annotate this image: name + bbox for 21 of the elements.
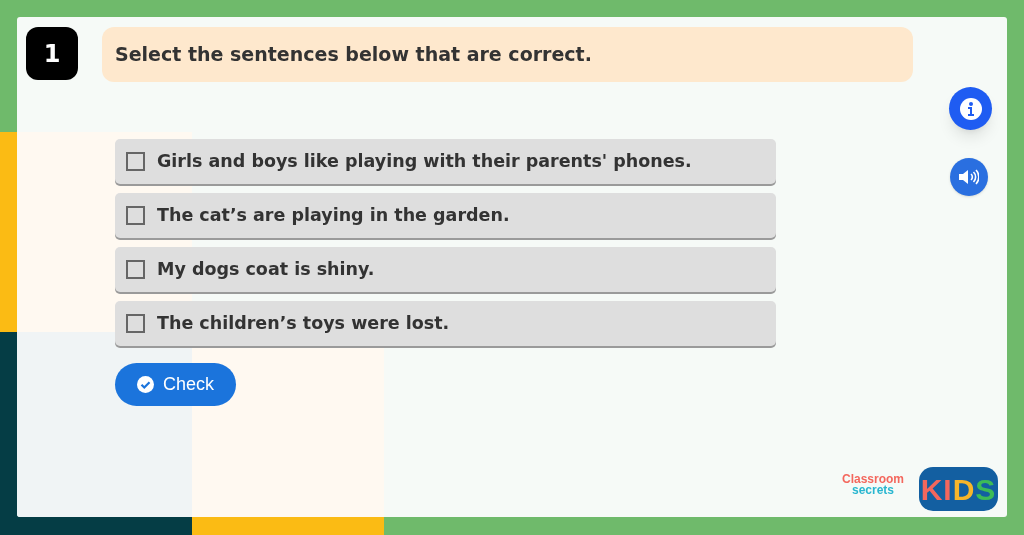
logo-badge: KIDS xyxy=(919,467,998,511)
check-circle-icon xyxy=(137,376,154,393)
answer-option[interactable]: Girls and boys like playing with their parents' phones. xyxy=(115,139,776,184)
question-number: 1 xyxy=(26,27,78,80)
logo-text: Classroom xyxy=(842,474,905,485)
checkbox[interactable] xyxy=(126,152,145,171)
checkbox[interactable] xyxy=(126,206,145,225)
checkbox[interactable] xyxy=(126,314,145,333)
answer-option[interactable]: The children’s toys were lost. xyxy=(115,301,776,346)
info-icon xyxy=(959,97,982,120)
answer-option[interactable]: The cat’s are playing in the garden. xyxy=(115,193,776,238)
logo-text: secrets xyxy=(852,485,895,496)
option-text: My dogs coat is shiny. xyxy=(157,258,375,282)
answer-option[interactable]: My dogs coat is shiny. xyxy=(115,247,776,292)
checkbox[interactable] xyxy=(126,260,145,279)
speaker-icon xyxy=(959,169,979,185)
option-text: The cat’s are playing in the garden. xyxy=(157,204,510,228)
option-text: The children’s toys were lost. xyxy=(157,312,450,336)
check-button[interactable]: Check xyxy=(115,363,237,406)
question-prompt: Select the sentences below that are correct. xyxy=(102,27,913,82)
option-text: Girls and boys like playing with their parents' phones. xyxy=(157,150,692,174)
